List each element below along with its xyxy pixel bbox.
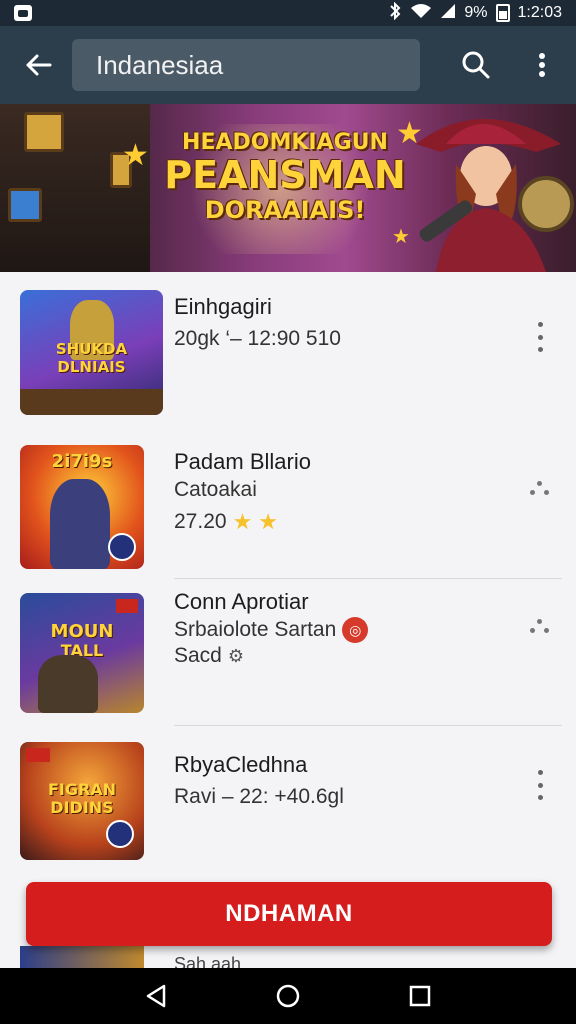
thumbnail-title-bottom: DLNIAIS xyxy=(57,358,126,376)
item-title: Einhgagiri xyxy=(174,294,272,319)
game-thumbnail: MOUN TALL xyxy=(20,593,144,713)
item-title: RbyaCledhna xyxy=(174,752,308,777)
item-menu-button[interactable] xyxy=(530,322,550,352)
thumbnail-title-top: 2i7i9s xyxy=(51,451,113,472)
bluetooth-icon xyxy=(388,1,402,25)
list-item[interactable]: SHUKDA DLNIAIS Einhgagiri 20gk ‘– 12:90 … xyxy=(0,272,576,425)
thumbnail-title-top: MOUN xyxy=(50,621,114,642)
notification-icon xyxy=(14,5,32,21)
game-thumbnail: SHUKDA DLNIAIS xyxy=(20,290,163,415)
more-vertical-icon xyxy=(539,53,545,77)
item-meta: Sacd ⚙ xyxy=(174,644,244,668)
game-list: SHUKDA DLNIAIS Einhgagiri 20gk ‘– 12:90 … xyxy=(0,272,576,888)
clock: 1:2:03 xyxy=(517,4,562,21)
banner-title-line2: PEANSMAN xyxy=(164,153,406,197)
status-bar: 9% 1:2:03 xyxy=(0,0,576,26)
badge-icon: ◎ xyxy=(342,617,369,643)
nav-recents-button[interactable] xyxy=(400,976,440,1016)
promo-banner[interactable]: ★ ★ ★ HEADOMKIAGUN PEANSMAN DORAAIAIS! xyxy=(0,104,576,272)
item-rating: 27.20 ★ ★ xyxy=(174,509,278,535)
nav-back-button[interactable] xyxy=(136,976,176,1016)
rating-value: 27.20 xyxy=(174,510,227,533)
circle-home-icon xyxy=(276,984,300,1008)
thumbnail-title-top: FIGRAN xyxy=(47,780,117,799)
item-subtitle: Ravi – 22: +40.6gl xyxy=(174,785,344,808)
item-menu-button[interactable] xyxy=(528,481,552,497)
arrow-left-icon xyxy=(26,54,52,76)
back-button[interactable] xyxy=(18,45,58,85)
star-icon: ★ xyxy=(232,509,253,534)
battery-icon xyxy=(495,4,510,22)
item-title: Padam Bllario xyxy=(174,449,311,474)
thumbnail-title-bottom: DIDINS xyxy=(50,798,114,817)
star-icon: ★ xyxy=(258,509,279,534)
square-recents-icon xyxy=(409,985,431,1007)
item-subtitle: Catoakai xyxy=(174,478,257,501)
thumbnail-title-top: SHUKDA xyxy=(55,340,128,358)
item-title: Conn Aprotiar xyxy=(174,589,309,614)
item-subtitle-row: Srbaiolote Sartan ◎ xyxy=(174,617,369,643)
signal-icon xyxy=(440,3,456,24)
banner-title-line1: HEADOMKIAGUN xyxy=(182,130,388,155)
wifi-icon xyxy=(410,3,432,24)
hero-character-illustration xyxy=(416,119,574,272)
banner-title-line3: DORAAIAIS! xyxy=(204,196,366,224)
search-icon xyxy=(462,51,490,79)
next-item-thumbnail-peek xyxy=(20,946,144,968)
triangle-back-icon xyxy=(146,984,166,1008)
primary-action-button[interactable]: NDHAMAN xyxy=(26,882,552,946)
search-input[interactable]: Indanesiaa xyxy=(72,39,420,91)
search-button[interactable] xyxy=(460,45,492,85)
game-thumbnail: 2i7i9s xyxy=(20,445,144,569)
divider xyxy=(174,578,562,579)
more-options-button[interactable] xyxy=(526,45,558,85)
nav-home-button[interactable] xyxy=(268,976,308,1016)
slot-machine-illustration xyxy=(0,104,150,272)
divider xyxy=(174,725,562,726)
item-menu-button[interactable] xyxy=(530,770,550,800)
item-subtitle: Srbaiolote Sartan xyxy=(174,618,337,641)
list-item[interactable]: 2i7i9s Padam Bllario Catoakai 27.20 ★ ★ xyxy=(0,425,576,585)
star-icon: ★ xyxy=(122,139,149,172)
app-bar: Indanesiaa xyxy=(0,26,576,104)
robot-icon: ⚙ xyxy=(227,645,245,666)
list-item[interactable]: FIGRAN DIDINS RbyaCledhna Ravi – 22: +40… xyxy=(0,738,576,888)
battery-text: 9% xyxy=(464,4,488,21)
list-item[interactable]: MOUN TALL Conn Aprotiar Srbaiolote Sarta… xyxy=(0,585,576,738)
item-menu-button[interactable] xyxy=(528,619,552,635)
banner-title: HEADOMKIAGUN PEANSMAN DORAAIAIS! xyxy=(160,130,410,224)
navigation-bar xyxy=(0,968,576,1024)
item-subtitle: 20gk ‘– 12:90 510 xyxy=(174,327,341,350)
item-meta-text: Sacd xyxy=(174,644,222,667)
game-thumbnail: FIGRAN DIDINS xyxy=(20,742,144,860)
